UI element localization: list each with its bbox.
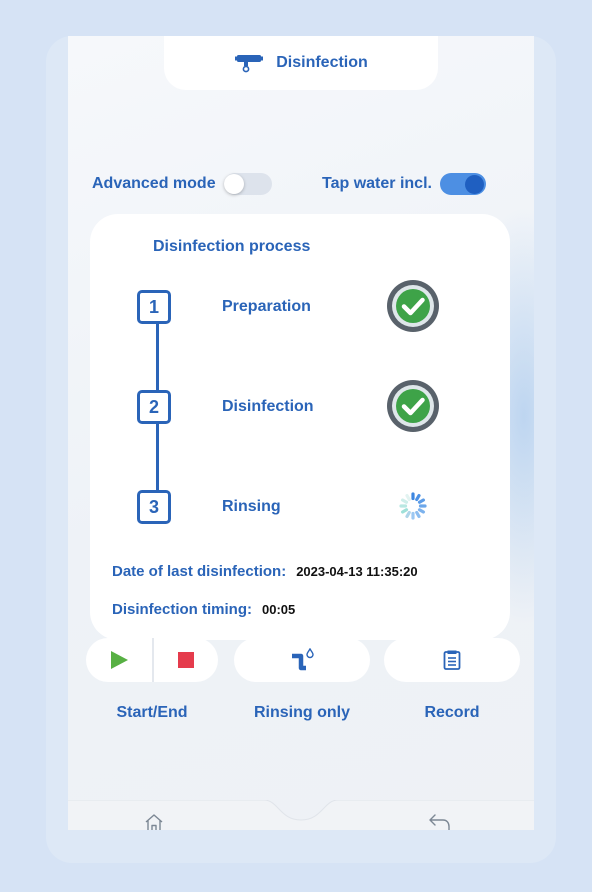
record-button[interactable]: [384, 638, 520, 682]
pipe-drop-icon: [292, 648, 314, 671]
step-label-disinfection: Disinfection: [222, 398, 314, 415]
last-disinfection-row: Date of last disinfection: 2023-04-13 11…: [112, 563, 418, 580]
step-number-1: 1: [137, 290, 171, 324]
tap-water-label: Tap water incl.: [322, 175, 432, 192]
tap-water-row: Tap water incl.: [322, 173, 486, 195]
back-arrow-icon[interactable]: [428, 813, 452, 830]
toggle-knob: [464, 174, 484, 194]
record-icon: [443, 650, 461, 670]
advanced-mode-toggle[interactable]: [223, 173, 272, 195]
last-disinfection-value: 2023-04-13 11:35:20: [296, 564, 418, 579]
last-disinfection-label: Date of last disinfection:: [112, 563, 287, 580]
process-title: Disinfection process: [153, 238, 311, 255]
disinfection-timing-value: 00:05: [262, 602, 296, 617]
device-frame: Disinfection Advanced mode Tap water inc…: [46, 36, 556, 863]
play-icon: [111, 651, 128, 669]
home-icon[interactable]: [144, 813, 164, 830]
disinfection-timing-label: Disinfection timing:: [112, 601, 252, 618]
disinfection-timing-row: Disinfection timing: 00:05: [112, 601, 295, 618]
bottom-nav-bar: [68, 800, 534, 830]
check-circle-icon: [387, 380, 439, 432]
loading-spinner-icon: [399, 492, 427, 520]
page-title: Disinfection: [276, 54, 368, 71]
title-tab: Disinfection: [164, 36, 438, 90]
start-end-label: Start/End: [116, 704, 188, 721]
check-circle-icon: [387, 280, 439, 332]
step-number-2: 2: [137, 390, 171, 424]
stop-button[interactable]: [154, 638, 218, 682]
record-label: Record: [424, 704, 480, 721]
toggle-knob: [223, 174, 244, 194]
step-label-preparation: Preparation: [222, 298, 311, 315]
step-number-3: 3: [137, 490, 171, 524]
step-label-rinsing: Rinsing: [222, 498, 281, 515]
rinsing-only-button[interactable]: [234, 638, 370, 682]
advanced-mode-label: Advanced mode: [92, 175, 216, 192]
tap-water-toggle[interactable]: [439, 173, 486, 195]
start-button[interactable]: [86, 638, 152, 682]
process-card: Disinfection process 1 Preparation 2 Dis…: [90, 214, 510, 640]
rinsing-only-label: Rinsing only: [254, 704, 350, 721]
faucet-icon: [235, 55, 264, 73]
start-end-pill: [86, 638, 218, 682]
stop-icon: [178, 652, 194, 668]
advanced-mode-row: Advanced mode: [92, 173, 272, 195]
screen: Disinfection Advanced mode Tap water inc…: [68, 36, 534, 830]
